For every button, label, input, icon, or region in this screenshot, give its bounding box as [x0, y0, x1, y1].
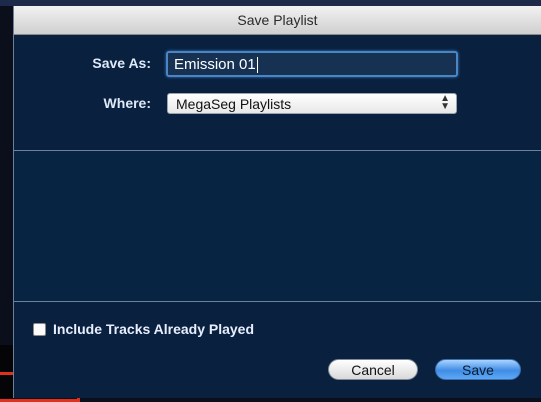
save-as-field[interactable]: Emission 01 — [166, 51, 458, 77]
save-button[interactable]: Save — [435, 359, 521, 380]
dialog-title: Save Playlist — [14, 6, 541, 35]
where-label: Where: — [103, 95, 151, 111]
save-as-label: Save As: — [92, 55, 151, 71]
include-played-label[interactable]: Include Tracks Already Played — [53, 321, 254, 337]
file-browser-area[interactable] — [14, 150, 541, 302]
cancel-button[interactable]: Cancel — [328, 359, 418, 380]
up-down-chevron-icon: ▲ ▼ — [440, 93, 450, 112]
include-played-checkbox[interactable] — [33, 323, 46, 336]
save-playlist-dialog: Save Playlist Save As: Emission 01 Where… — [13, 6, 541, 398]
where-value: MegaSeg Playlists — [176, 96, 292, 112]
save-as-value: Emission 01 — [174, 56, 256, 73]
text-caret — [256, 57, 258, 74]
where-popup[interactable]: MegaSeg Playlists ▲ ▼ — [167, 93, 457, 114]
